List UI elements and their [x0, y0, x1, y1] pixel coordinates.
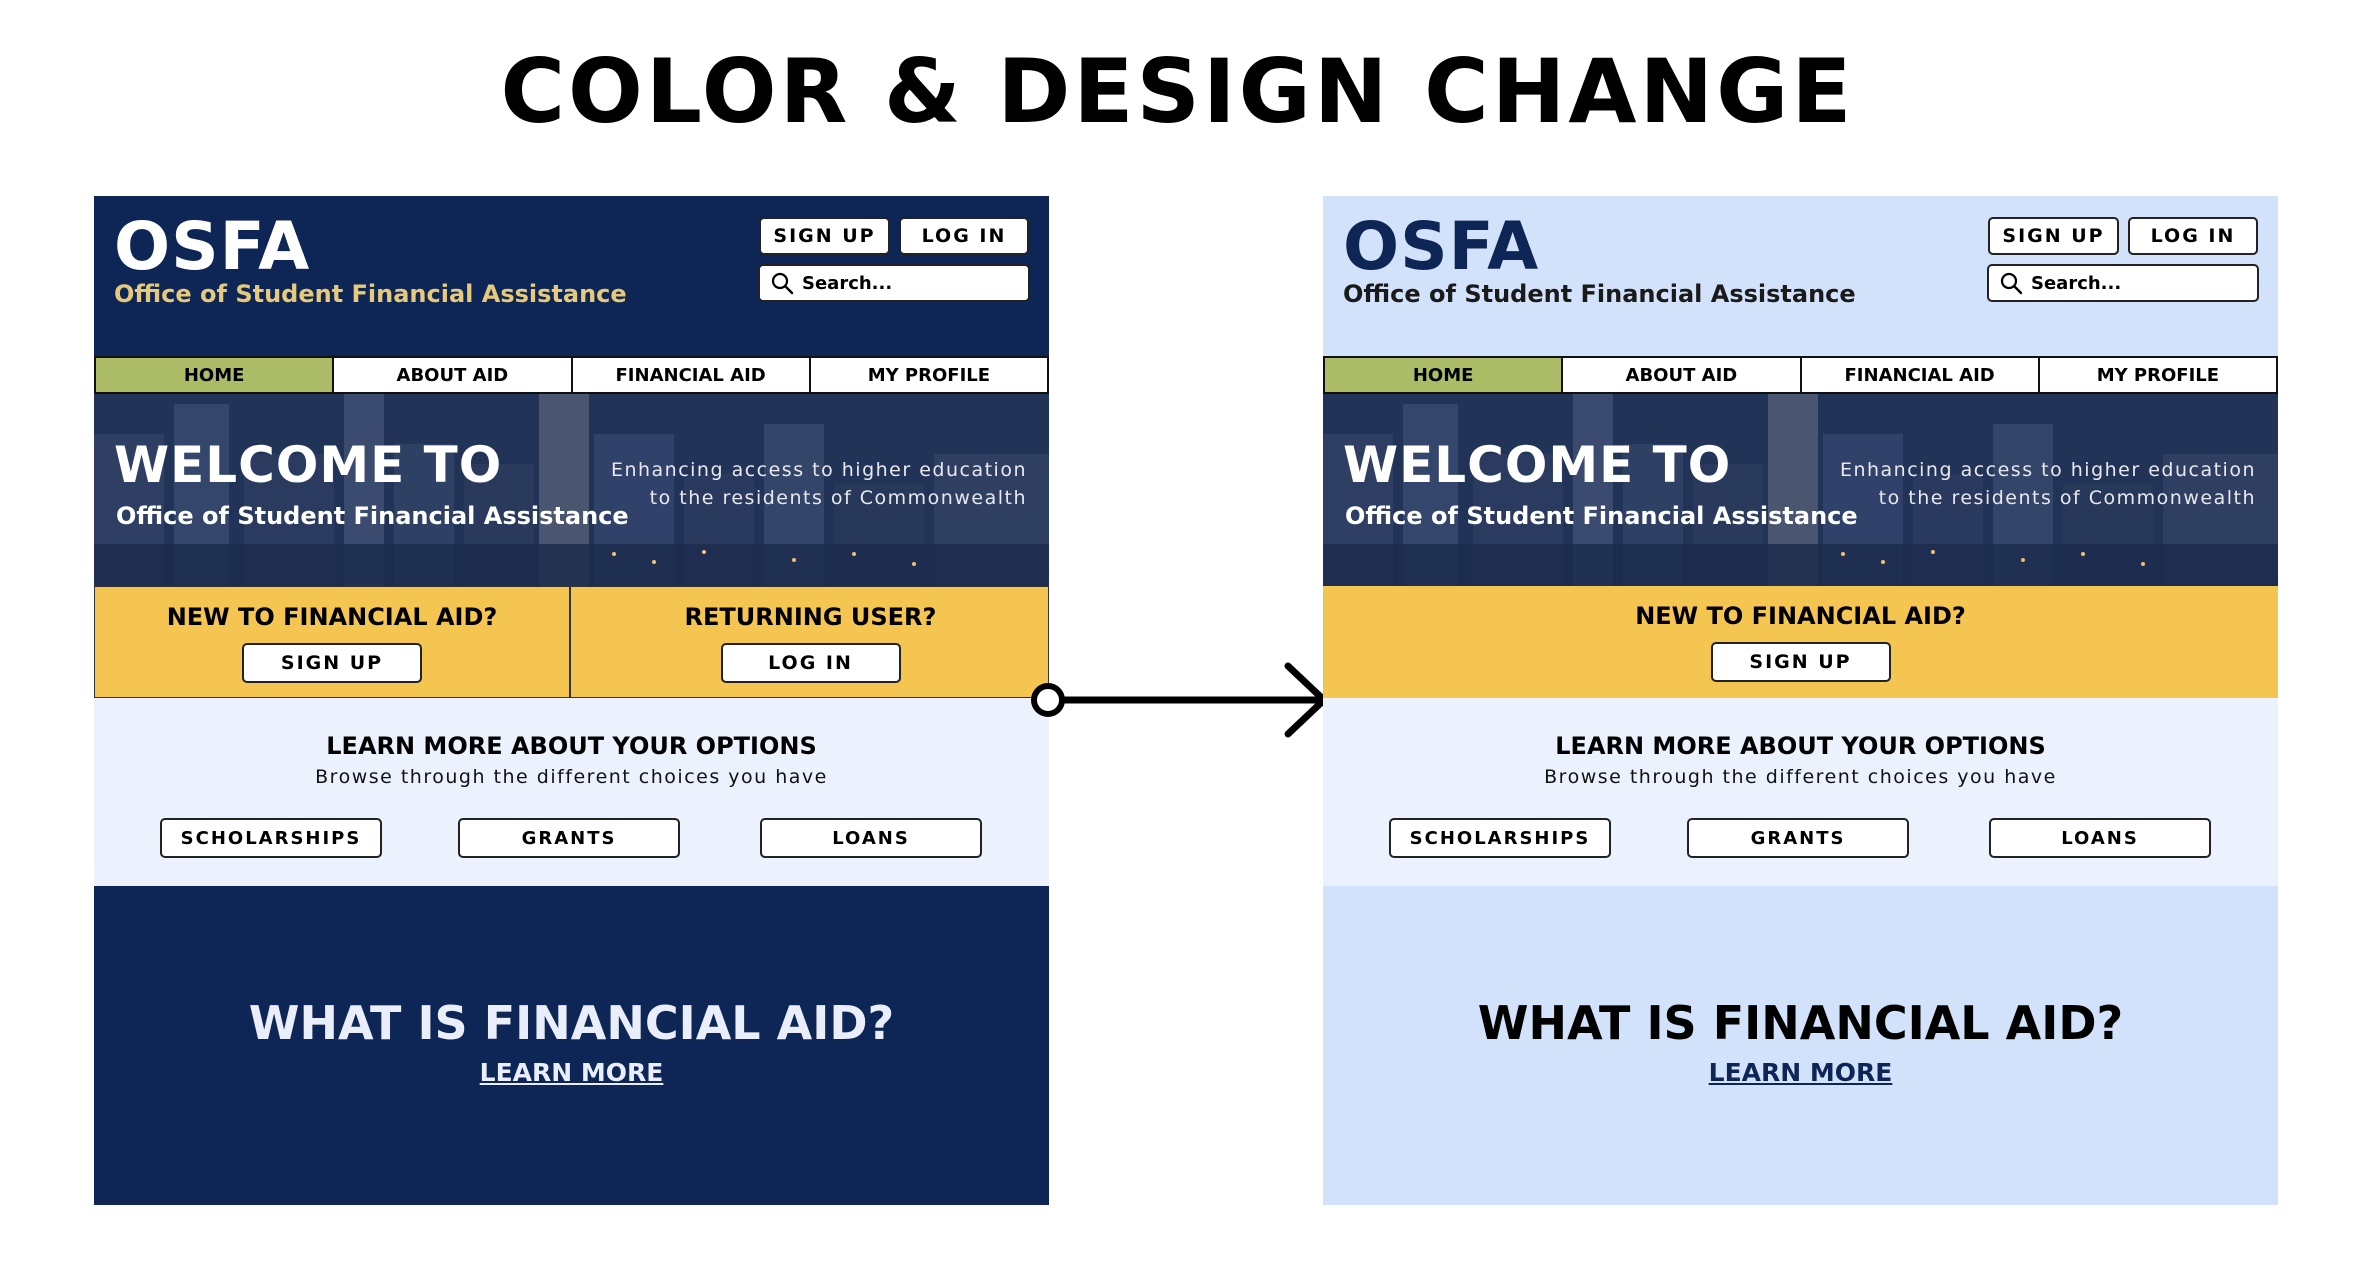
- header-login-button[interactable]: LOG IN: [899, 217, 1029, 255]
- search-input[interactable]: Search...: [1987, 264, 2259, 302]
- nav-item-about-aid[interactable]: ABOUT AID: [334, 358, 573, 392]
- arrow-right-icon: [1031, 662, 1328, 738]
- hero-tagline-line-2: to the residents of Commonwealth: [1878, 487, 2256, 509]
- footer-title: WHAT IS FINANCIAL AID?: [1477, 996, 2124, 1050]
- hero-tagline-line-1: Enhancing access to higher education: [610, 459, 1027, 481]
- nav-item-home[interactable]: HOME: [96, 358, 335, 392]
- page-title: COLOR & DESIGN CHANGE: [500, 40, 1855, 143]
- options-subtitle: Browse through the different choices you…: [1544, 766, 2057, 788]
- nav-item-financial-aid[interactable]: FINANCIAL AID: [1802, 358, 2040, 392]
- cta-section: NEW TO FINANCIAL AID? SIGN UP RETURNING …: [94, 586, 1049, 699]
- footer-section: WHAT IS FINANCIAL AID? LEARN MORE: [94, 886, 1049, 1205]
- options-title: LEARN MORE ABOUT YOUR OPTIONS: [1555, 732, 2046, 760]
- site-logo[interactable]: OSFA: [114, 208, 310, 285]
- site-subtitle: Office of Student Financial Assistance: [114, 280, 627, 308]
- search-input[interactable]: Search...: [758, 264, 1030, 302]
- hero-banner: WELCOME TO Office of Student Financial A…: [1323, 394, 2278, 586]
- search-placeholder: Search...: [802, 272, 893, 294]
- nav-item-financial-aid[interactable]: FINANCIAL AID: [573, 358, 811, 392]
- nav-item-about-aid[interactable]: ABOUT AID: [1563, 358, 1802, 392]
- options-title: LEARN MORE ABOUT YOUR OPTIONS: [326, 732, 817, 760]
- cta-new-title: NEW TO FINANCIAL AID?: [1635, 602, 1966, 630]
- cta-new-title: NEW TO FINANCIAL AID?: [166, 603, 498, 631]
- cta-new-user: NEW TO FINANCIAL AID? SIGN UP: [1323, 586, 2278, 698]
- cta-signup-button[interactable]: SIGN UP: [242, 643, 422, 683]
- site-header: OSFA Office of Student Financial Assista…: [94, 196, 1049, 356]
- hero-subtitle: Office of Student Financial Assistance: [1345, 502, 1858, 530]
- options-section: LEARN MORE ABOUT YOUR OPTIONS Browse thr…: [94, 698, 1049, 886]
- learn-more-link[interactable]: LEARN MORE: [1323, 1058, 2278, 1087]
- nav-item-home[interactable]: HOME: [1325, 358, 1564, 392]
- search-icon: [2000, 272, 2023, 295]
- search-placeholder: Search...: [2031, 272, 2122, 294]
- scholarships-button[interactable]: SCHOLARSHIPS: [1389, 818, 1611, 858]
- loans-button[interactable]: LOANS: [760, 818, 982, 858]
- hero-tagline: Enhancing access to higher education to …: [611, 456, 1027, 512]
- options-subtitle: Browse through the different choices you…: [315, 766, 828, 788]
- scholarships-button[interactable]: SCHOLARSHIPS: [160, 818, 382, 858]
- header-signup-button[interactable]: SIGN UP: [1988, 217, 2119, 255]
- footer-title: WHAT IS FINANCIAL AID?: [248, 996, 895, 1050]
- hero-tagline-line-2: to the residents of Commonwealth: [649, 487, 1027, 509]
- hero-banner: WELCOME TO Office of Student Financial A…: [94, 394, 1049, 586]
- site-logo[interactable]: OSFA: [1343, 208, 1539, 285]
- cta-login-button[interactable]: LOG IN: [720, 643, 901, 683]
- cta-returning-user: RETURNING USER? LOG IN: [571, 587, 1049, 699]
- cta-returning-title: RETURNING USER?: [684, 603, 937, 631]
- nav-item-my-profile[interactable]: MY PROFILE: [2040, 358, 2276, 392]
- footer-section: WHAT IS FINANCIAL AID? LEARN MORE: [1323, 886, 2278, 1205]
- nav-item-my-profile[interactable]: MY PROFILE: [811, 358, 1047, 392]
- hero-tagline-line-1: Enhancing access to higher education: [1839, 459, 2256, 481]
- main-nav: HOME ABOUT AID FINANCIAL AID MY PROFILE: [94, 356, 1049, 394]
- main-nav: HOME ABOUT AID FINANCIAL AID MY PROFILE: [1323, 356, 2278, 394]
- site-header: OSFA Office of Student Financial Assista…: [1323, 196, 2278, 356]
- cta-new-user: NEW TO FINANCIAL AID? SIGN UP: [95, 587, 571, 699]
- loans-button[interactable]: LOANS: [1989, 818, 2211, 858]
- search-icon: [771, 272, 794, 295]
- hero-subtitle: Office of Student Financial Assistance: [116, 502, 629, 530]
- header-signup-button[interactable]: SIGN UP: [759, 217, 890, 255]
- hero-welcome-heading: WELCOME TO: [114, 436, 503, 494]
- grants-button[interactable]: GRANTS: [1687, 818, 1909, 858]
- grants-button[interactable]: GRANTS: [458, 818, 680, 858]
- after-design-panel: OSFA Office of Student Financial Assista…: [1323, 196, 2278, 1205]
- header-login-button[interactable]: LOG IN: [2128, 217, 2258, 255]
- cta-section: NEW TO FINANCIAL AID? SIGN UP: [1323, 586, 2278, 698]
- hero-tagline: Enhancing access to higher education to …: [1840, 456, 2256, 512]
- site-subtitle: Office of Student Financial Assistance: [1343, 280, 1856, 308]
- hero-welcome-heading: WELCOME TO: [1343, 436, 1732, 494]
- learn-more-link[interactable]: LEARN MORE: [94, 1058, 1049, 1087]
- cta-signup-button[interactable]: SIGN UP: [1710, 642, 1891, 682]
- before-design-panel: OSFA Office of Student Financial Assista…: [94, 196, 1049, 1205]
- options-section: LEARN MORE ABOUT YOUR OPTIONS Browse thr…: [1323, 698, 2278, 886]
